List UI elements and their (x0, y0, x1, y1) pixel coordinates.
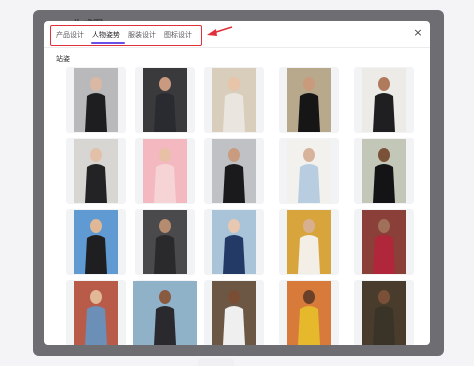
annotation-arrow-icon (207, 26, 233, 36)
